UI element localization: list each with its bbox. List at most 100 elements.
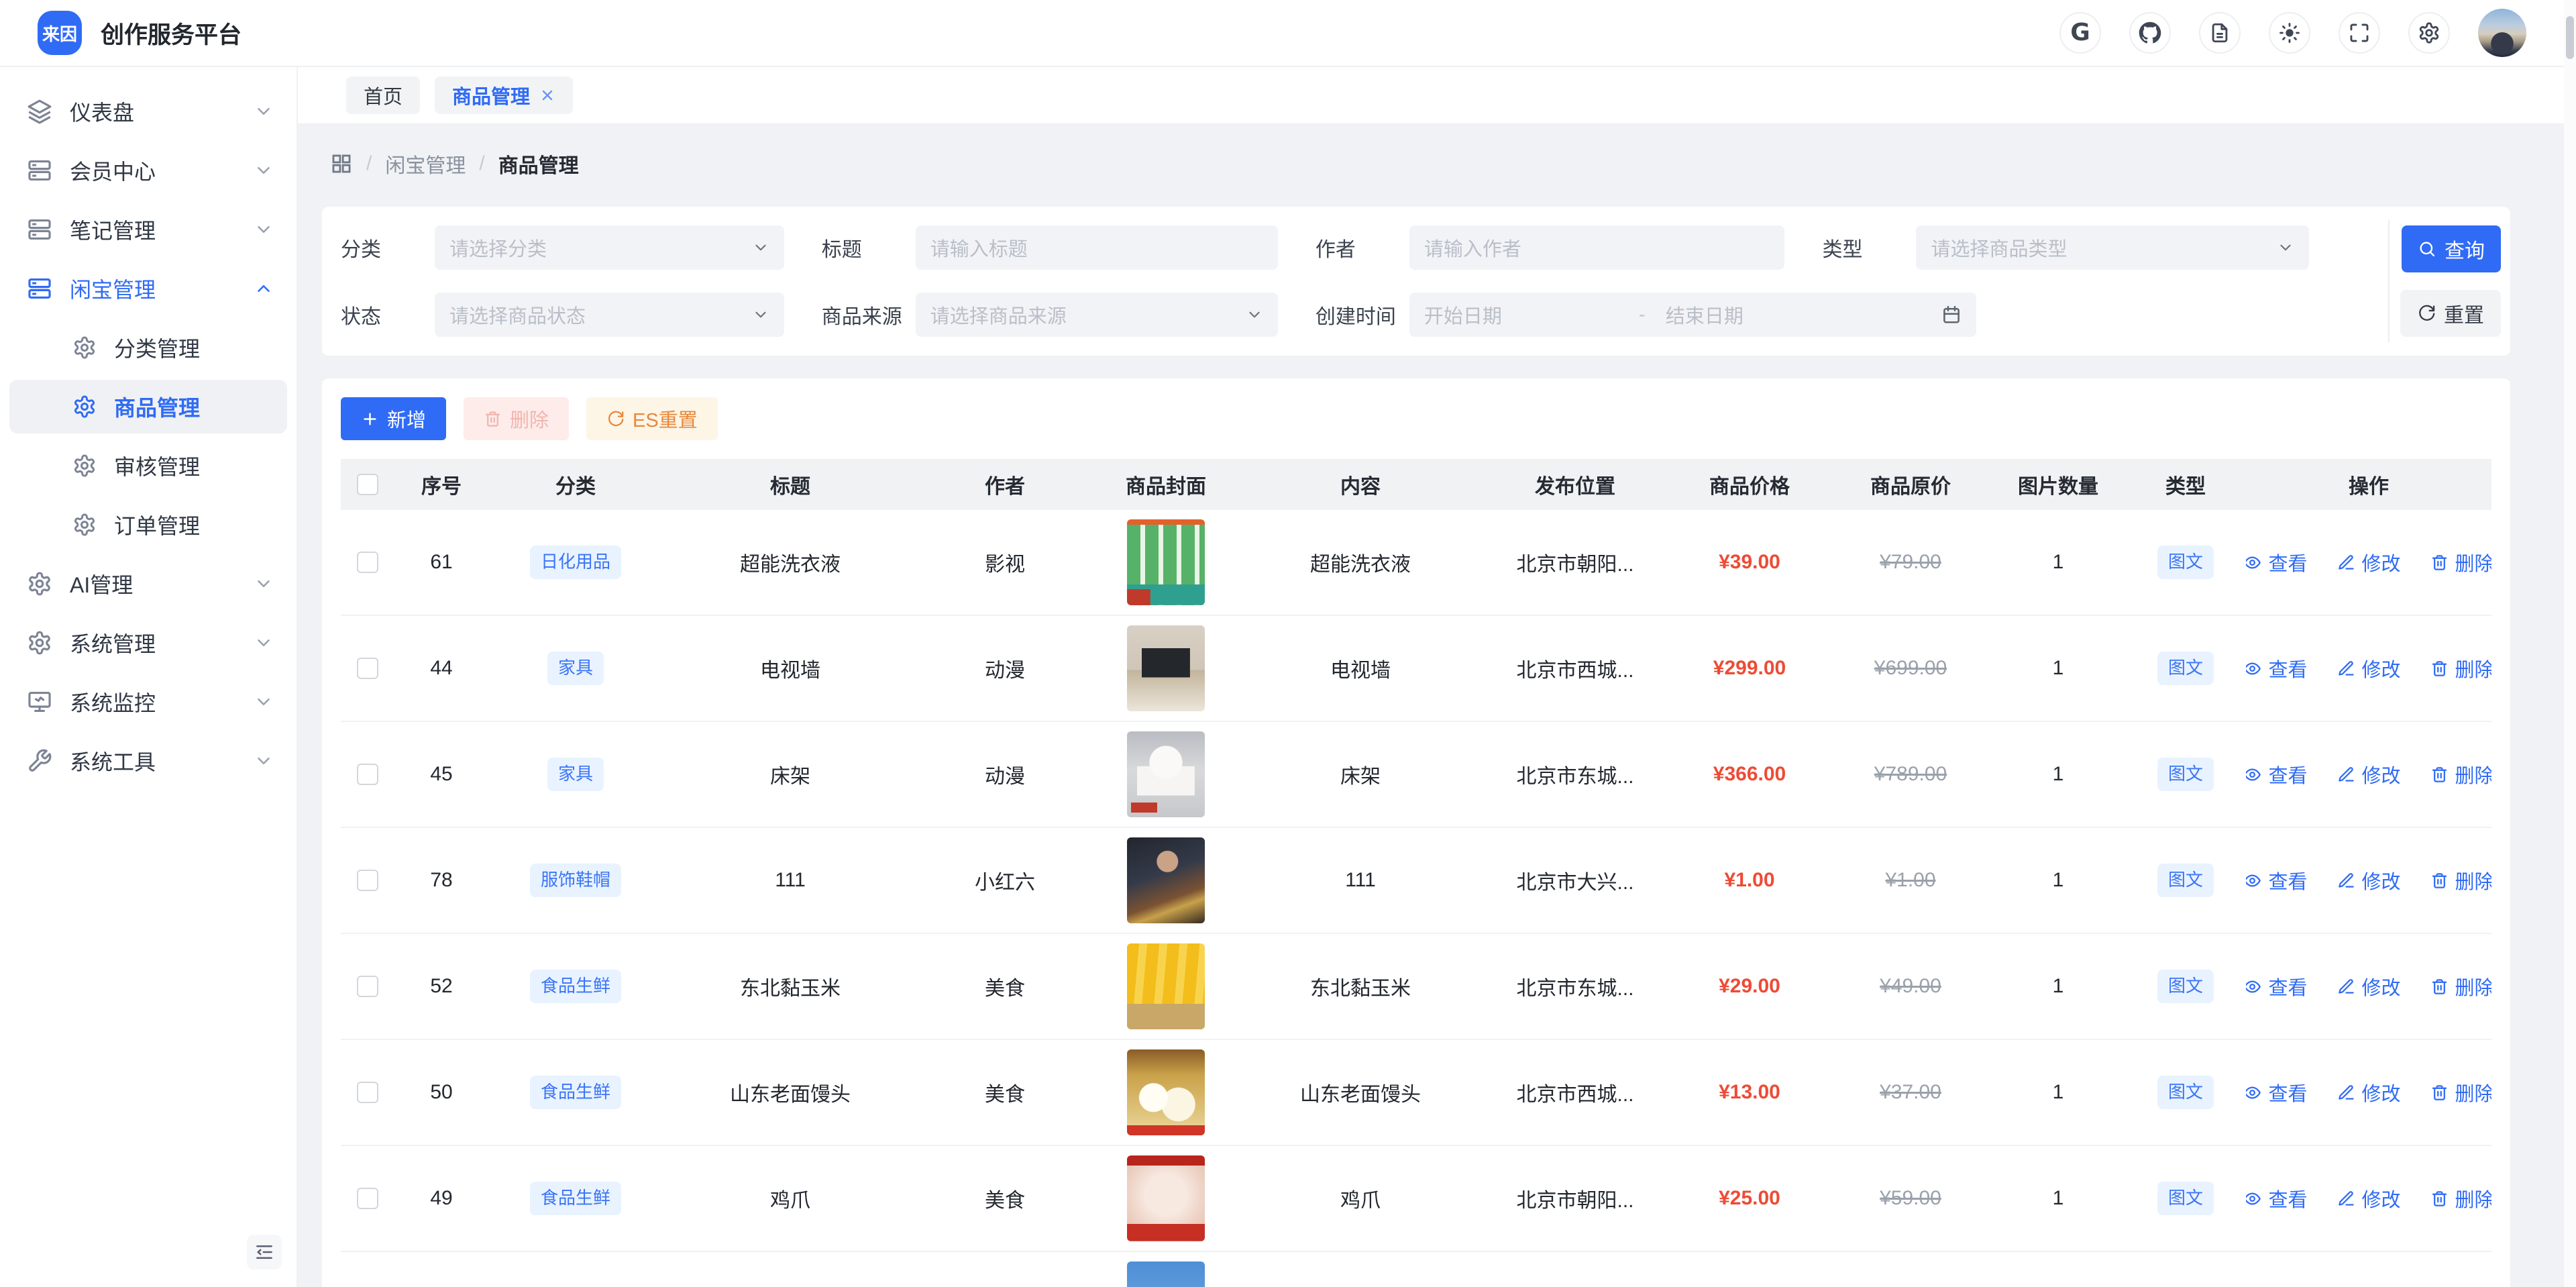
- settings-icon[interactable]: [2408, 12, 2450, 54]
- sidebar-item-ai-mgmt[interactable]: AI管理: [9, 557, 287, 611]
- product-cover-image[interactable]: [1127, 837, 1205, 923]
- scrollbar-thumb[interactable]: [2566, 16, 2574, 59]
- tab-home[interactable]: 首页: [346, 76, 420, 114]
- author-input[interactable]: 请输入作者: [1409, 225, 1785, 270]
- close-icon[interactable]: [539, 87, 555, 103]
- product-cover-image[interactable]: [1127, 625, 1205, 711]
- page-scrollbar[interactable]: [2564, 0, 2576, 1287]
- sidebar-item-system-mgmt[interactable]: 系统管理: [9, 616, 287, 670]
- edit-action[interactable]: 修改: [2337, 1078, 2401, 1106]
- view-action[interactable]: 查看: [2246, 760, 2308, 788]
- delete-action[interactable]: 删除: [2430, 972, 2491, 1000]
- row-checkbox[interactable]: [357, 976, 378, 997]
- github-icon[interactable]: [2129, 12, 2171, 54]
- delete-action[interactable]: 删除: [2430, 1078, 2491, 1106]
- cell-author: 美食: [918, 1078, 1092, 1107]
- category-tag: 家具: [547, 652, 604, 684]
- fullscreen-icon[interactable]: [2339, 12, 2380, 54]
- sidebar-item-member-center[interactable]: 会员中心: [9, 144, 287, 197]
- filter-author: 作者 请输入作者: [1316, 225, 1785, 270]
- sidebar-item-label: 审核管理: [114, 450, 200, 481]
- type-tag: 图文: [2157, 1182, 2214, 1215]
- row-checkbox[interactable]: [357, 658, 378, 679]
- search-button[interactable]: 查询: [2402, 225, 2501, 272]
- product-cover-image[interactable]: [1127, 943, 1205, 1029]
- edit-action[interactable]: 修改: [2337, 866, 2401, 894]
- reset-button[interactable]: 重置: [2400, 290, 2501, 337]
- title-input[interactable]: 请输入标题: [916, 225, 1278, 270]
- sidebar-item-xianbao[interactable]: 闲宝管理: [9, 262, 287, 315]
- view-action[interactable]: 查看: [2246, 654, 2308, 682]
- view-action[interactable]: 查看: [2246, 972, 2308, 1000]
- product-cover-image[interactable]: [1127, 1262, 1205, 1287]
- table-row: 49 食品生鲜 鸡爪 美食 鸡爪 北京市朝阳... ¥25.00 ¥59.00 …: [341, 1146, 2491, 1252]
- calendar-icon: [1941, 305, 1962, 325]
- row-checkbox[interactable]: [357, 1082, 378, 1103]
- row-checkbox[interactable]: [357, 552, 378, 573]
- trash-icon: [2430, 766, 2449, 784]
- view-action[interactable]: 查看: [2246, 1078, 2308, 1106]
- theme-sun-icon[interactable]: [2269, 12, 2310, 54]
- type-select[interactable]: 请选择商品类型: [1916, 225, 2309, 270]
- filter-category: 分类 请选择分类: [341, 225, 784, 270]
- source-select[interactable]: 请选择商品来源: [916, 293, 1278, 337]
- date-separator: -: [1619, 304, 1666, 326]
- add-button[interactable]: 新增: [341, 397, 446, 440]
- filter-label: 分类: [341, 233, 435, 262]
- chevron-down-icon: [254, 692, 274, 712]
- row-checkbox[interactable]: [357, 764, 378, 785]
- filter-status: 状态 请选择商品状态: [341, 293, 784, 337]
- sidebar-item-category-mgmt[interactable]: 分类管理: [9, 321, 287, 374]
- view-action[interactable]: 查看: [2246, 548, 2308, 576]
- product-cover-image[interactable]: [1127, 519, 1205, 605]
- delete-button[interactable]: 删除: [464, 397, 569, 440]
- view-action[interactable]: 查看: [2246, 866, 2308, 894]
- date-range-picker[interactable]: 开始日期 - 结束日期: [1409, 293, 1976, 337]
- edit-action[interactable]: 修改: [2337, 972, 2401, 1000]
- sidebar-collapse-button[interactable]: [247, 1235, 282, 1270]
- delete-action[interactable]: 删除: [2430, 654, 2491, 682]
- cell-content: 床架: [1240, 760, 1481, 789]
- edit-action[interactable]: 修改: [2337, 548, 2401, 576]
- edit-action[interactable]: 修改: [2337, 654, 2401, 682]
- gitee-icon[interactable]: G: [2059, 12, 2101, 54]
- pen-icon: [2337, 554, 2355, 572]
- product-cover-image[interactable]: [1127, 731, 1205, 817]
- sidebar-item-product-mgmt[interactable]: 商品管理: [9, 380, 287, 433]
- document-icon[interactable]: [2199, 12, 2241, 54]
- sidebar-item-dashboard[interactable]: 仪表盘: [9, 85, 287, 138]
- main-area: 首页 商品管理 / 闲宝管理 / 商品管理 分类 请选择分类: [298, 67, 2576, 1287]
- row-checkbox[interactable]: [357, 870, 378, 891]
- delete-action[interactable]: 删除: [2430, 1184, 2491, 1213]
- app-logo[interactable]: 来因: [38, 11, 82, 55]
- eye-icon: [2246, 554, 2261, 572]
- product-cover-image[interactable]: [1127, 1155, 1205, 1241]
- es-reset-button[interactable]: ES重置: [586, 397, 718, 440]
- sidebar-item-system-monitor[interactable]: 系统监控: [9, 675, 287, 729]
- product-cover-image[interactable]: [1127, 1049, 1205, 1135]
- row-checkbox[interactable]: [357, 1188, 378, 1209]
- user-avatar[interactable]: [2478, 9, 2526, 57]
- delete-action[interactable]: 删除: [2430, 760, 2491, 788]
- tab-product-mgmt[interactable]: 商品管理: [435, 76, 573, 114]
- gear-icon: [72, 336, 97, 360]
- sidebar-item-system-tools[interactable]: 系统工具: [9, 734, 287, 788]
- sidebar-item-order-mgmt[interactable]: 订单管理: [9, 498, 287, 552]
- sidebar-item-review-mgmt[interactable]: 审核管理: [9, 439, 287, 493]
- sidebar-item-notes[interactable]: 笔记管理: [9, 203, 287, 256]
- edit-action[interactable]: 修改: [2337, 760, 2401, 788]
- original-price-value: ¥79.00: [1880, 551, 1941, 574]
- view-action[interactable]: 查看: [2246, 1184, 2308, 1213]
- status-select[interactable]: 请选择商品状态: [435, 293, 784, 337]
- grid-icon[interactable]: [330, 152, 353, 175]
- table-row: 45 家具 床架 动漫 床架 北京市东城... ¥366.00 ¥789.00 …: [341, 722, 2491, 828]
- category-select[interactable]: 请选择分类: [435, 225, 784, 270]
- edit-action[interactable]: 修改: [2337, 1184, 2401, 1213]
- select-all-checkbox[interactable]: [357, 474, 378, 495]
- breadcrumb-parent[interactable]: 闲宝管理: [385, 149, 466, 178]
- delete-action[interactable]: 删除: [2430, 548, 2491, 576]
- breadcrumb-current: 商品管理: [498, 149, 579, 178]
- table-toolbar: 新增 删除 ES重置: [341, 397, 2491, 440]
- delete-action[interactable]: 删除: [2430, 866, 2491, 894]
- cell-content: 111: [1240, 869, 1481, 892]
